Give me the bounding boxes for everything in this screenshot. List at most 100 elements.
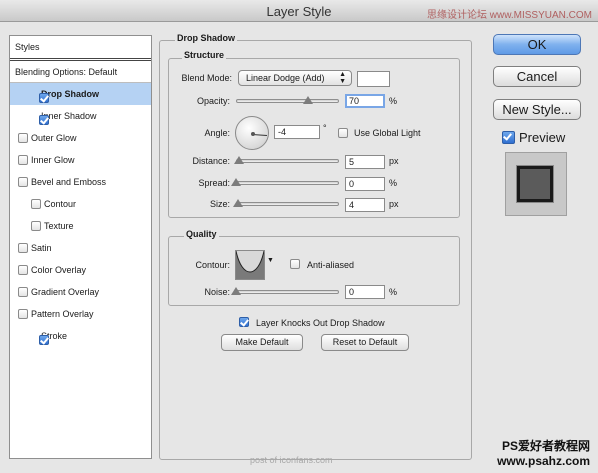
- watermark-bottom: post of iconfans.com: [250, 455, 333, 465]
- style-item-texture[interactable]: Texture: [10, 215, 151, 237]
- style-item-satin[interactable]: Satin: [10, 237, 151, 259]
- spread-input[interactable]: 0: [345, 177, 385, 191]
- style-item-label: Color Overlay: [31, 265, 87, 275]
- opacity-input[interactable]: 70: [345, 94, 385, 108]
- contour-preview[interactable]: [235, 250, 265, 280]
- style-item-contour[interactable]: Contour: [10, 193, 151, 215]
- reset-to-default-button[interactable]: Reset to Default: [321, 334, 409, 351]
- angle-unit: °: [323, 123, 327, 133]
- blending-options-item[interactable]: Blending Options: Default: [10, 61, 151, 83]
- watermark-psahz-2: www.psahz.com: [497, 454, 590, 468]
- make-default-button[interactable]: Make Default: [221, 334, 303, 351]
- layer-knocks-out-label: Layer Knocks Out Drop Shadow: [256, 318, 385, 328]
- new-style-button[interactable]: New Style...: [493, 99, 581, 120]
- blend-mode-label: Blend Mode:: [181, 73, 232, 83]
- style-item-stroke[interactable]: Stroke: [10, 325, 151, 347]
- opacity-label: Opacity:: [196, 96, 230, 106]
- watermark-psahz-1: PS爱好者教程网: [501, 439, 590, 453]
- style-item-inner-shadow[interactable]: Inner Shadow: [10, 105, 151, 127]
- distance-slider-track[interactable]: [236, 159, 339, 163]
- style-checkbox[interactable]: [18, 243, 28, 253]
- style-item-drop-shadow[interactable]: Drop Shadow: [10, 83, 151, 105]
- style-checkbox[interactable]: [18, 287, 28, 297]
- title-bar: Layer Style 思缘设计论坛 www.MISSYUAN.COM: [0, 0, 598, 22]
- style-item-color-overlay[interactable]: Color Overlay: [10, 259, 151, 281]
- cancel-button[interactable]: Cancel: [493, 66, 581, 87]
- styles-list: Styles Blending Options: Default Drop Sh…: [9, 35, 152, 459]
- style-checkbox[interactable]: [39, 335, 49, 345]
- size-input[interactable]: 4: [345, 198, 385, 212]
- distance-unit: px: [389, 156, 399, 166]
- style-item-label: Outer Glow: [31, 133, 77, 143]
- style-item-label: Inner Glow: [31, 155, 75, 165]
- distance-label: Distance:: [192, 156, 230, 166]
- noise-slider-track[interactable]: [236, 290, 339, 294]
- spread-unit: %: [389, 178, 398, 188]
- spread-label: Spread:: [198, 178, 230, 188]
- shadow-color-swatch[interactable]: [357, 71, 390, 87]
- style-checkbox[interactable]: [18, 265, 28, 275]
- opacity-slider-track[interactable]: [236, 99, 339, 103]
- style-item-label: Texture: [44, 221, 74, 231]
- select-arrows-icon: ▲ ▼: [339, 71, 346, 85]
- size-label: Size:: [209, 199, 230, 209]
- angle-center: [251, 132, 255, 136]
- style-preview-swatch: [517, 166, 553, 202]
- distance-slider-thumb[interactable]: [234, 156, 244, 164]
- style-item-inner-glow[interactable]: Inner Glow: [10, 149, 151, 171]
- use-global-light-label: Use Global Light: [354, 128, 421, 138]
- style-checkbox[interactable]: [39, 93, 49, 103]
- ok-button[interactable]: OK: [493, 34, 581, 55]
- spread-slider-thumb[interactable]: [231, 178, 241, 186]
- noise-label: Noise:: [204, 287, 230, 297]
- style-checkbox[interactable]: [31, 199, 41, 209]
- noise-unit: %: [389, 287, 398, 297]
- style-checkbox[interactable]: [31, 221, 41, 231]
- distance-input[interactable]: 5: [345, 155, 385, 169]
- style-checkbox[interactable]: [18, 177, 28, 187]
- preview-label: Preview: [519, 130, 566, 145]
- opacity-unit: %: [389, 96, 398, 106]
- style-checkbox[interactable]: [18, 133, 28, 143]
- styles-header[interactable]: Styles: [10, 36, 151, 61]
- style-item-label: Satin: [31, 243, 52, 253]
- preview-checkbox[interactable]: [502, 131, 515, 144]
- style-item-gradient-overlay[interactable]: Gradient Overlay: [10, 281, 151, 303]
- blend-mode-value: Linear Dodge (Add): [246, 73, 325, 83]
- contour-label: Contour:: [195, 260, 230, 270]
- style-item-pattern-overlay[interactable]: Pattern Overlay: [10, 303, 151, 325]
- opacity-slider-thumb[interactable]: [303, 96, 314, 104]
- quality-label: Quality: [184, 229, 219, 239]
- noise-input[interactable]: 0: [345, 285, 385, 299]
- style-item-label: Gradient Overlay: [31, 287, 100, 297]
- layer-knocks-out-checkbox[interactable]: [239, 317, 249, 327]
- size-slider-thumb[interactable]: [233, 199, 243, 207]
- layer-style-dialog: Layer Style 思缘设计论坛 www.MISSYUAN.COM Styl…: [0, 0, 598, 473]
- use-global-light-checkbox[interactable]: [338, 128, 348, 138]
- angle-hand: [252, 134, 268, 136]
- angle-label: Angle:: [204, 128, 230, 138]
- watermark-top: 思缘设计论坛 www.MISSYUAN.COM: [426, 10, 592, 21]
- anti-aliased-checkbox[interactable]: [290, 259, 300, 269]
- angle-dial[interactable]: [235, 116, 269, 150]
- structure-label: Structure: [182, 50, 227, 60]
- size-slider-track[interactable]: [236, 202, 339, 206]
- style-checkbox[interactable]: [18, 309, 28, 319]
- contour-dropdown-icon[interactable]: ▼: [267, 257, 274, 264]
- contour-curve-icon: [235, 250, 265, 279]
- style-item-label: Drop Shadow: [41, 89, 99, 99]
- style-preview: [505, 152, 567, 216]
- style-item-label: Pattern Overlay: [31, 309, 94, 319]
- noise-slider-thumb[interactable]: [231, 287, 241, 295]
- blend-mode-select[interactable]: Linear Dodge (Add) ▲ ▼: [238, 70, 352, 86]
- style-item-label: Bevel and Emboss: [31, 177, 107, 187]
- style-checkbox[interactable]: [39, 115, 49, 125]
- spread-slider-track[interactable]: [236, 181, 339, 185]
- style-item-bevel-and-emboss[interactable]: Bevel and Emboss: [10, 171, 151, 193]
- angle-input[interactable]: -4: [274, 125, 320, 139]
- style-item-label: Contour: [44, 199, 77, 209]
- size-unit: px: [389, 199, 399, 209]
- style-item-outer-glow[interactable]: Outer Glow: [10, 127, 151, 149]
- style-item-label: Inner Shadow: [41, 111, 97, 121]
- style-checkbox[interactable]: [18, 155, 28, 165]
